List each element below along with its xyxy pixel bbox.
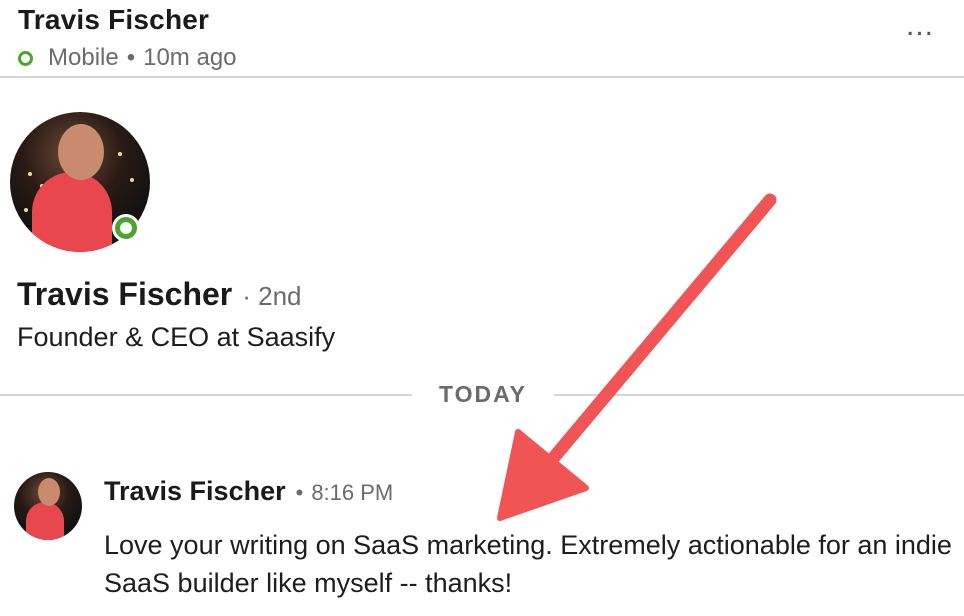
messaging-conversation: Travis Fischer Mobile • 10m ago ... Trav… [0,0,964,616]
avatar-person-body [32,172,112,252]
presence-status: Mobile • 10m ago [18,44,237,72]
status-time: 10m ago [143,44,237,71]
avatar-person-head [38,478,60,506]
message-timestamp: 8:16 PM [311,480,394,505]
status-separator: • [126,44,136,71]
profile-name[interactable]: Travis Fischer [17,276,232,313]
online-presence-icon [18,50,33,66]
message-sender-avatar[interactable] [14,472,82,540]
profile-name-row: Travis Fischer · 2nd [17,276,302,313]
avatar-person-body [26,502,64,540]
message-header: Travis Fischer • 8:16 PM [104,476,393,507]
profile-headline: Founder & CEO at Saasify [17,322,336,352]
header-divider [0,76,964,78]
online-presence-icon [115,217,137,239]
message-sender-name[interactable]: Travis Fischer [104,476,286,507]
connection-degree: · 2nd [242,281,302,311]
more-horizontal-icon: ... [905,9,934,42]
message-separator: • [295,480,304,505]
date-divider-line-right [554,394,964,396]
date-divider-label: TODAY [439,381,527,407]
conversation-title[interactable]: Travis Fischer [18,4,209,36]
message-body: Love your writing on SaaS marketing. Ext… [104,530,952,598]
status-device: Mobile [48,44,119,71]
online-presence-badge [112,214,140,242]
date-divider-line-left [0,394,412,396]
more-options-button[interactable]: ... [906,11,934,41]
avatar-person-head [58,124,104,180]
